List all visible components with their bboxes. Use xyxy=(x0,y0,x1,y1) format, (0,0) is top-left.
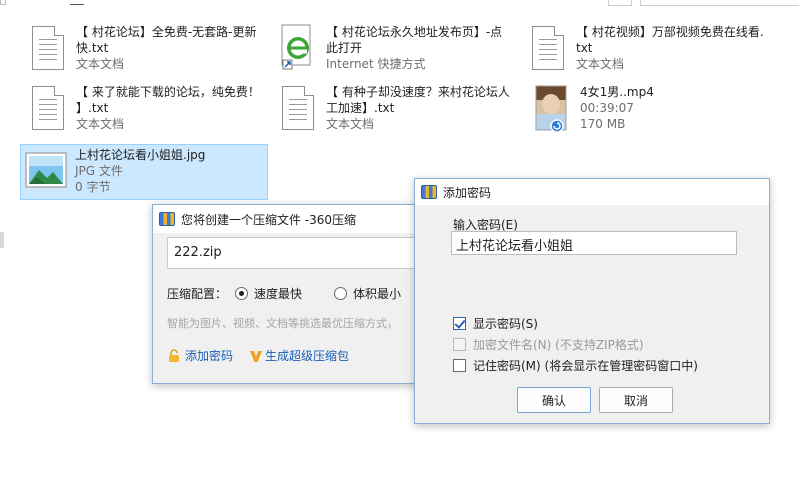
lock-icon xyxy=(169,348,179,362)
text-document-icon xyxy=(24,24,70,76)
password-input[interactable]: 上村花论坛看小姐姐 xyxy=(451,231,737,255)
file-name-cont: 快.txt xyxy=(76,41,109,55)
compress-hint: 智能为图片、视频、文档等挑选最优压缩方式， xyxy=(167,317,398,330)
show-password-label[interactable]: 显示密码(S) xyxy=(473,315,538,332)
add-password-dialog: 添加密码 输入密码(E) 上村花论坛看小姐姐 显示密码(S) 加密文件名(N) … xyxy=(414,178,770,424)
remember-password-row[interactable]: 记住密码(M) (将会显示在管理密码窗口中) xyxy=(453,357,698,374)
file-name: 【 有种子却没速度？来村花论坛人 xyxy=(326,85,510,99)
video-thumbnail-icon xyxy=(530,84,570,136)
file-type: 文本文档 xyxy=(76,117,125,131)
show-password-row[interactable]: 显示密码(S) xyxy=(453,315,538,332)
compress-dialog-titlebar[interactable]: 您将创建一个压缩文件 -360压缩 xyxy=(153,205,451,233)
file-name: 【 村花视频】万部视频免费在线看. xyxy=(576,25,764,39)
confirm-button[interactable]: 确认 xyxy=(517,387,591,413)
compress-config-row: 压缩配置： 速度最快 体积最小 xyxy=(167,285,401,302)
archive-name-input[interactable]: 222.zip xyxy=(167,237,417,269)
file-type: 文本文档 xyxy=(76,57,125,71)
radio-fastest[interactable] xyxy=(235,287,249,300)
compress-dialog: 您将创建一个压缩文件 -360压缩 222.zip 压缩配置： 速度最快 体积最… xyxy=(152,204,452,384)
refresh-button-edge[interactable] xyxy=(608,0,632,6)
360zip-app-icon xyxy=(159,212,175,226)
compress-dialog-title: 您将创建一个压缩文件 -360压缩 xyxy=(181,212,357,227)
internet-shortcut-icon xyxy=(274,24,320,76)
encrypt-names-row: 加密文件名(N) (不支持ZIP格式) xyxy=(453,336,644,353)
remember-password-checkbox[interactable] xyxy=(453,359,466,372)
compress-actions: 添加密码 生成超级压缩包 xyxy=(167,347,349,364)
show-password-checkbox[interactable] xyxy=(453,317,466,330)
text-document-icon xyxy=(524,24,570,76)
file-type: JPG 文件 xyxy=(75,164,123,178)
search-box-edge[interactable] xyxy=(640,0,799,6)
radio-smallest-label[interactable]: 体积最小 xyxy=(353,285,401,302)
file-name-cont: 工加速】.txt xyxy=(326,101,395,115)
text-document-icon xyxy=(274,84,320,136)
add-password-link[interactable]: 添加密码 xyxy=(185,347,233,364)
file-item[interactable]: 4女1男..mp4 00:39:07 170 MB xyxy=(530,84,654,136)
address-bar-remnant xyxy=(0,0,799,6)
file-name: 【 村花论坛】全免费-无套路-更新 xyxy=(76,25,257,39)
file-item[interactable]: 【 有种子却没速度？来村花论坛人 工加速】.txt 文本文档 xyxy=(274,84,510,136)
file-item-selected[interactable]: 上村花论坛看小姐姐.jpg JPG 文件 0 字节 xyxy=(20,144,268,200)
encrypt-names-checkbox xyxy=(453,338,466,351)
radio-smallest[interactable] xyxy=(334,287,348,300)
file-name: 4女1男..mp4 xyxy=(580,85,654,99)
compress-config-label: 压缩配置： xyxy=(167,287,228,301)
file-name-cont: 此打开 xyxy=(326,41,363,55)
remember-password-label[interactable]: 记住密码(M) (将会显示在管理密码窗口中) xyxy=(473,357,698,374)
file-size: 0 字节 xyxy=(75,180,111,194)
image-file-icon xyxy=(23,145,69,197)
file-name-cont: txt xyxy=(576,41,593,55)
file-item[interactable]: 【 来了就能下载的论坛，纯免费！ 】.txt 文本文档 xyxy=(24,84,260,136)
video-duration: 00:39:07 xyxy=(580,101,634,115)
file-item[interactable]: 【 村花论坛】全免费-无套路-更新 快.txt 文本文档 xyxy=(24,24,256,76)
file-type: Internet 快捷方式 xyxy=(326,57,426,71)
file-item[interactable]: 【 村花视频】万部视频免费在线看. txt 文本文档 xyxy=(524,24,764,76)
text-document-icon xyxy=(24,84,70,136)
file-name: 上村花论坛看小姐姐.jpg xyxy=(75,148,206,162)
file-item[interactable]: 【 村花论坛永久地址发布页】-点 此打开 Internet 快捷方式 xyxy=(274,24,502,76)
super-compress-link[interactable]: 生成超级压缩包 xyxy=(265,347,349,364)
nav-pane-edge xyxy=(0,232,4,248)
v-badge-icon xyxy=(250,350,263,362)
password-dialog-title: 添加密码 xyxy=(443,185,492,200)
cancel-button[interactable]: 取消 xyxy=(599,387,673,413)
back-button-edge[interactable] xyxy=(0,0,6,5)
file-type: 文本文档 xyxy=(576,57,625,71)
radio-fastest-label[interactable]: 速度最快 xyxy=(254,285,302,302)
file-name: 【 村花论坛永久地址发布页】-点 xyxy=(326,25,503,39)
path-edge xyxy=(70,0,84,5)
file-size: 170 MB xyxy=(580,117,626,131)
360zip-app-icon xyxy=(421,185,437,199)
password-dialog-titlebar[interactable]: 添加密码 xyxy=(415,179,769,205)
file-name: 【 来了就能下载的论坛，纯免费！ xyxy=(76,85,260,99)
encrypt-names-label: 加密文件名(N) (不支持ZIP格式) xyxy=(473,338,644,352)
file-type: 文本文档 xyxy=(326,117,375,131)
file-name-cont: 】.txt xyxy=(76,101,109,115)
